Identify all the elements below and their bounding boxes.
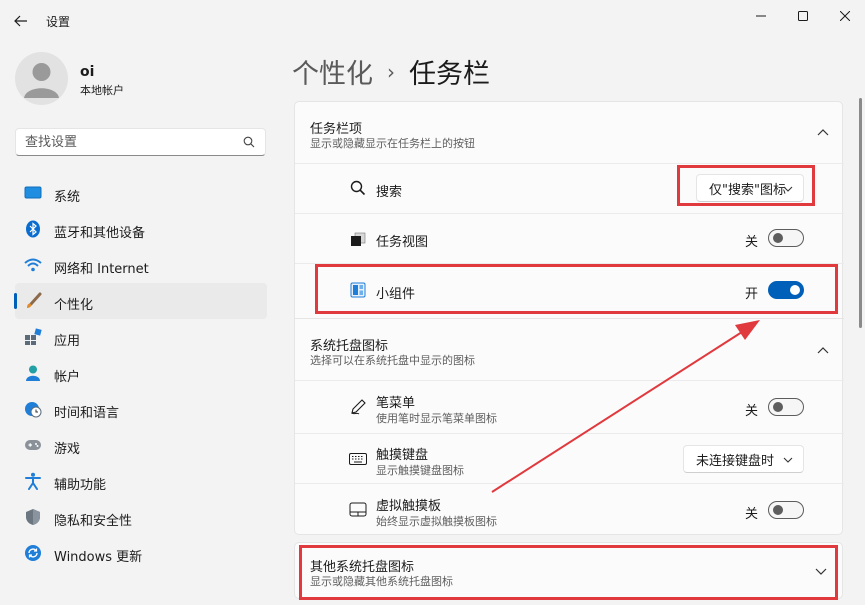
annotation-arrow bbox=[491, 320, 760, 493]
